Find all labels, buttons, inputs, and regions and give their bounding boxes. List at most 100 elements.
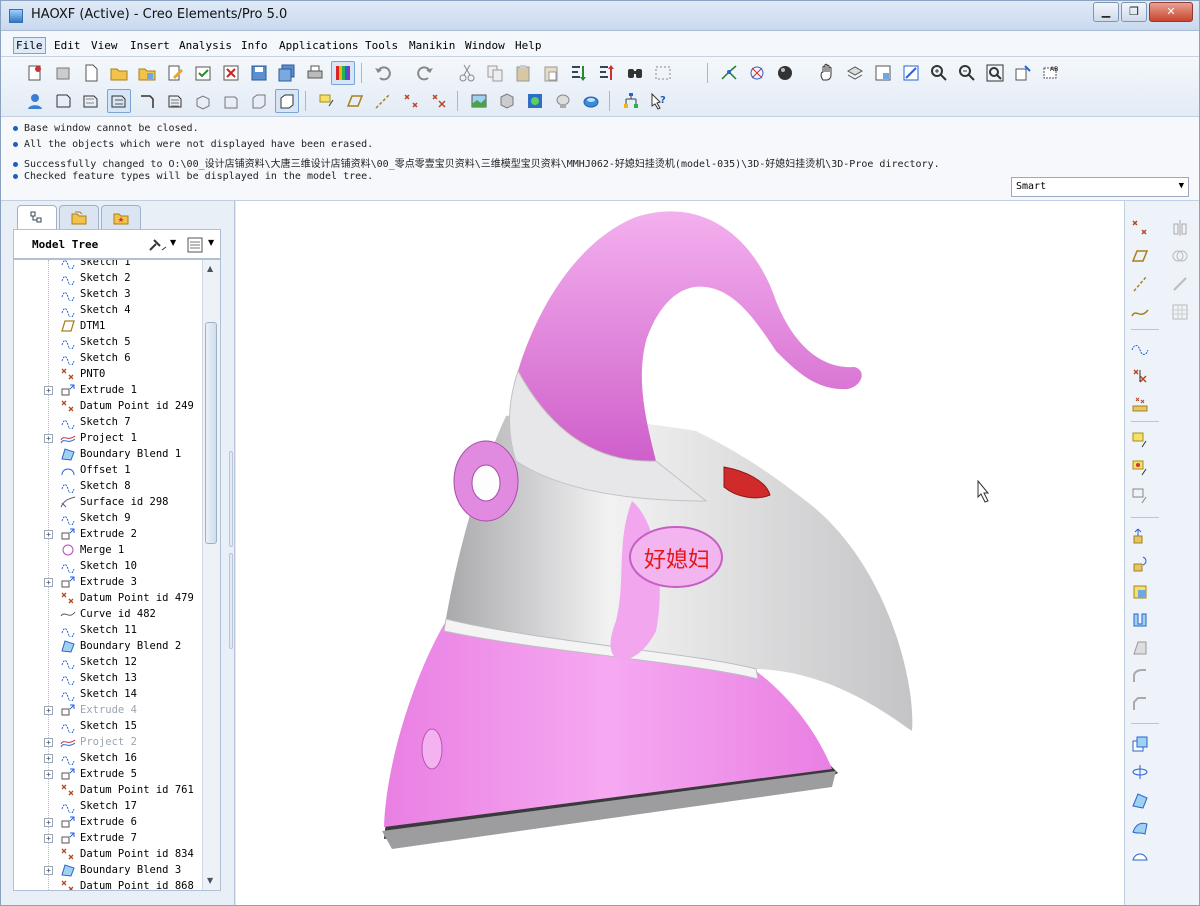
tree-item[interactable]: Datum Point id 834 xyxy=(14,846,202,862)
menu-applications[interactable]: Applications xyxy=(279,39,358,52)
expand-toggle-icon[interactable]: + xyxy=(44,834,53,843)
folder-browser-icon[interactable] xyxy=(135,61,159,85)
tree-item[interactable]: Sketch 3 xyxy=(14,286,202,302)
datum-plane-tool-icon[interactable] xyxy=(1129,245,1151,267)
minimize-button[interactable]: ▁ xyxy=(1093,2,1119,22)
color-icon[interactable] xyxy=(331,61,355,85)
save-copy-icon[interactable] xyxy=(275,61,299,85)
repaint-icon[interactable] xyxy=(1011,61,1035,85)
tree-scrollbar[interactable]: ▲ ▼ xyxy=(202,260,220,890)
extrude-tool-icon[interactable] xyxy=(1129,525,1151,547)
tree-item[interactable]: Datum Point id 761 xyxy=(14,782,202,798)
tree-item[interactable]: Sketch 12 xyxy=(14,654,202,670)
sketch-tool-icon[interactable] xyxy=(1129,337,1151,359)
redo-icon[interactable] xyxy=(413,61,437,85)
expand-toggle-icon[interactable]: + xyxy=(44,386,53,395)
settings-tools-icon[interactable] xyxy=(146,236,168,254)
layers-icon[interactable] xyxy=(843,61,867,85)
annotation-icon[interactable]: AB xyxy=(1039,61,1063,85)
open-icon[interactable] xyxy=(51,61,75,85)
style-tool-icon[interactable] xyxy=(1129,817,1151,839)
menu-manikin[interactable]: Manikin xyxy=(409,39,455,52)
menu-insert[interactable]: Insert xyxy=(130,39,170,52)
environment-icon[interactable] xyxy=(523,89,547,113)
save-icon[interactable] xyxy=(247,61,271,85)
shaded-view-icon[interactable] xyxy=(275,89,299,113)
maximize-button[interactable]: ❐ xyxy=(1121,2,1147,22)
box-select-icon[interactable] xyxy=(651,61,675,85)
tree-item[interactable]: + Extrude 5 xyxy=(14,766,202,782)
menu-analysis[interactable]: Analysis xyxy=(179,39,232,52)
tab-folder-browser[interactable] xyxy=(59,205,99,229)
tree-item[interactable]: Sketch 1 xyxy=(14,260,202,270)
boundary-blend-tool-icon[interactable] xyxy=(1129,789,1151,811)
panel-splitter[interactable] xyxy=(227,201,235,905)
wireframe-icon[interactable] xyxy=(79,89,103,113)
csys-tool-icon[interactable] xyxy=(1129,365,1151,387)
tree-item[interactable]: Sketch 15 xyxy=(14,718,202,734)
draft-tool-icon[interactable] xyxy=(1129,637,1151,659)
annotation-feature-icon[interactable] xyxy=(1129,457,1151,479)
tree-item[interactable]: + Project 2 xyxy=(14,734,202,750)
menu-tools[interactable]: Tools xyxy=(365,39,398,52)
tree-item[interactable]: DTM1 xyxy=(14,318,202,334)
menu-edit[interactable]: Edit xyxy=(54,39,81,52)
find-icon[interactable] xyxy=(623,61,647,85)
zoom-out-icon[interactable] xyxy=(955,61,979,85)
refit-icon[interactable] xyxy=(983,61,1007,85)
cut-icon[interactable] xyxy=(455,61,479,85)
tree-item[interactable]: Datum Point id 868 xyxy=(14,878,202,890)
chevron-down-icon[interactable]: ▼ xyxy=(208,238,214,247)
tree-item[interactable]: + Extrude 1 xyxy=(14,382,202,398)
edge-icon[interactable] xyxy=(135,89,159,113)
shell-tool-icon[interactable] xyxy=(1129,609,1151,631)
close-window-icon[interactable] xyxy=(219,61,243,85)
view-manager-icon[interactable] xyxy=(871,61,895,85)
appearance-icon[interactable] xyxy=(495,89,519,113)
tab-favorites[interactable] xyxy=(101,205,141,229)
model-tree-icon[interactable] xyxy=(619,89,643,113)
tree-item[interactable]: + Extrude 6 xyxy=(14,814,202,830)
menu-info[interactable]: Info xyxy=(241,39,268,52)
datum-plane-tag-icon[interactable] xyxy=(343,89,367,113)
tree-item[interactable]: Sketch 13 xyxy=(14,670,202,686)
menu-file[interactable]: File xyxy=(13,37,46,54)
print-icon[interactable] xyxy=(303,61,327,85)
view-iso-icon[interactable] xyxy=(191,89,215,113)
tree-item[interactable]: Boundary Blend 2 xyxy=(14,638,202,654)
offset-tool-icon[interactable] xyxy=(1129,733,1151,755)
tab-model-tree[interactable] xyxy=(17,205,57,229)
expand-toggle-icon[interactable]: + xyxy=(44,578,53,587)
tree-item[interactable]: Sketch 7 xyxy=(14,414,202,430)
annotation-element-icon[interactable] xyxy=(1129,485,1151,507)
new-icon[interactable] xyxy=(23,61,47,85)
tree-item[interactable]: Sketch 17 xyxy=(14,798,202,814)
tree-item[interactable]: + Extrude 2 xyxy=(14,526,202,542)
tree-item[interactable]: Sketch 2 xyxy=(14,270,202,286)
tree-item[interactable]: PNT0 xyxy=(14,366,202,382)
tree-item[interactable]: Sketch 5 xyxy=(14,334,202,350)
tree-item[interactable]: Offset 1 xyxy=(14,462,202,478)
paste-icon[interactable] xyxy=(511,61,535,85)
tree-item[interactable]: + Extrude 7 xyxy=(14,830,202,846)
pattern-tool-icon[interactable] xyxy=(1169,301,1191,323)
tree-item[interactable]: Datum Point id 249 xyxy=(14,398,202,414)
merge-tool-icon[interactable] xyxy=(1169,245,1191,267)
tree-item[interactable]: + Sketch 16 xyxy=(14,750,202,766)
tree-item[interactable]: + Extrude 4 xyxy=(14,702,202,718)
room-icon[interactable] xyxy=(579,89,603,113)
tree-item[interactable]: Sketch 6 xyxy=(14,350,202,366)
render-scene-icon[interactable] xyxy=(467,89,491,113)
freestyle-tool-icon[interactable] xyxy=(1129,845,1151,867)
tree-item[interactable]: Boundary Blend 1 xyxy=(14,446,202,462)
tree-item[interactable]: Sketch 9 xyxy=(14,510,202,526)
zoom-in-icon[interactable] xyxy=(927,61,951,85)
edit-file-icon[interactable] xyxy=(163,61,187,85)
view-side-icon[interactable] xyxy=(247,89,271,113)
tree-item[interactable]: + Extrude 3 xyxy=(14,574,202,590)
undo-icon[interactable] xyxy=(371,61,395,85)
folder-open-icon[interactable] xyxy=(107,61,131,85)
tree-item[interactable]: + Boundary Blend 3 xyxy=(14,862,202,878)
tree-item[interactable]: Merge 1 xyxy=(14,542,202,558)
csys-display-icon[interactable] xyxy=(427,89,451,113)
